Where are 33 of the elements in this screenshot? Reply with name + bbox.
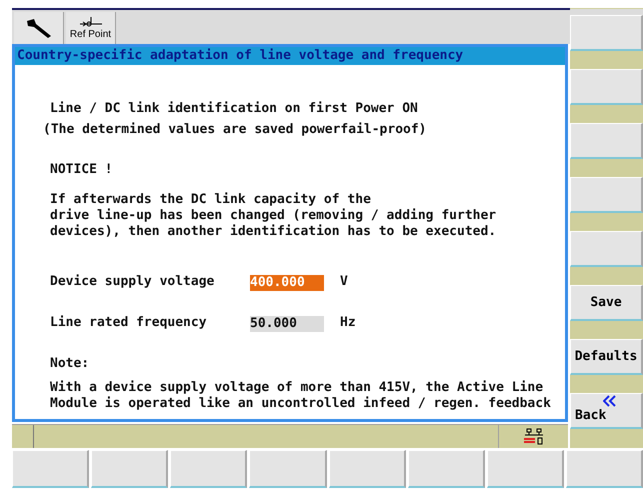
softkey[interactable] [570,15,643,51]
softkey[interactable] [570,69,643,105]
notice-text: If afterwards the DC link capacity of the drive line-up has been changed (removing / adding further devices), then another identification has to be executed. [50,192,498,240]
note-title: Note: [50,356,90,372]
heading-text: Line / DC link identification on first Power ON [50,101,419,117]
network-icon [522,428,544,446]
softkey[interactable]: Save [570,285,643,321]
softkey[interactable] [486,450,564,488]
softkey[interactable] [170,450,248,488]
softkey[interactable]: Defaults [570,339,643,375]
softkey[interactable]: Back [570,393,643,429]
note-text: With a device supply voltage of more than 415V, the Active Line Module is operated like an uncontrolled infeed / regen. feedback [50,380,552,412]
softkey[interactable] [408,450,485,488]
softkey[interactable] [570,123,643,159]
dialog-title: Country-specific adaptation of line voltage and frequency [15,47,565,65]
notice-title: NOTICE ! [50,162,114,178]
softkey[interactable] [249,450,326,488]
softkey[interactable] [12,450,90,488]
softkey[interactable] [328,450,406,488]
softkey[interactable] [570,177,643,213]
back-arrow-icon [603,395,617,407]
toolbar-button[interactable]: Ref Point [66,12,116,44]
reference-point-icon [78,16,104,28]
field-label: Line rated frequency [50,314,208,330]
value-field[interactable]: 50.000 [250,316,324,332]
softkey[interactable] [570,231,643,267]
unit-text: Hz [340,314,356,330]
softkey[interactable] [91,450,168,488]
unit-text: V [340,274,348,290]
subheading-text: (The determined values are saved powerfail-proof) [43,122,428,138]
field-label: Device supply voltage [50,274,216,290]
softkey[interactable] [566,450,643,488]
toolbar-button[interactable] [14,12,64,44]
